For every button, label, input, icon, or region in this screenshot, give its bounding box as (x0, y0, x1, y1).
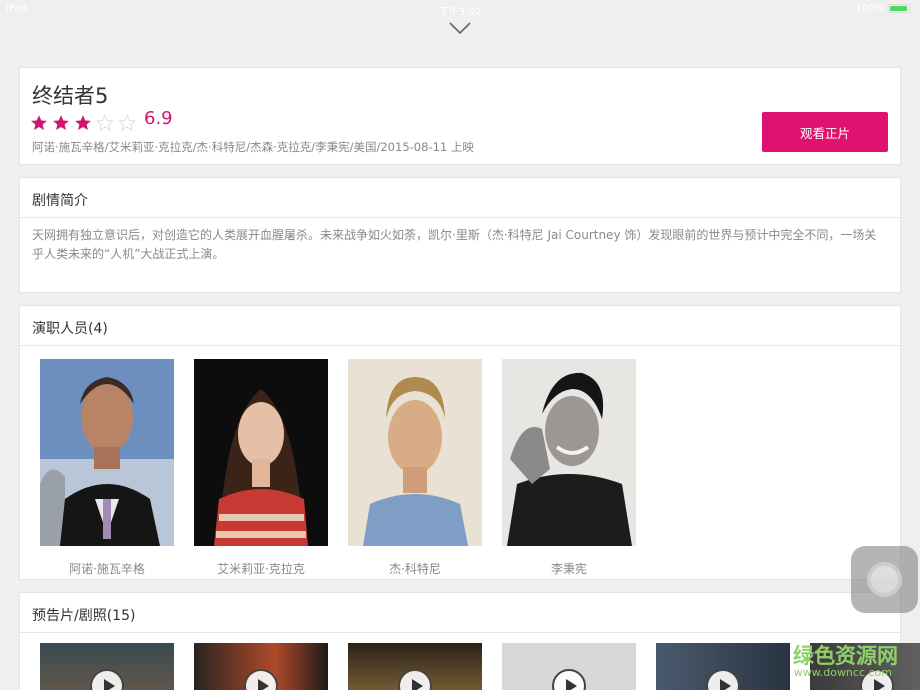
cast-photo[interactable] (348, 359, 482, 546)
movie-title: 终结者5 (32, 84, 109, 108)
chevron-down-icon[interactable] (449, 20, 471, 36)
movie-info-card: 终结者5 6.9 阿诺·施瓦辛格/艾米莉亚·克拉克/杰·科特尼/杰森·克拉克/李… (19, 67, 901, 165)
cast-photo[interactable] (502, 359, 636, 546)
battery-icon (888, 4, 910, 13)
trailer-thumbnail[interactable] (656, 643, 790, 690)
synopsis-card: 剧情简介 天网拥有独立意识后，对创造它的人类展开血腥屠杀。未来战争如火如荼，凯尔… (19, 177, 901, 293)
synopsis-header: 剧情简介 (20, 178, 900, 218)
cast-name: 艾米莉亚·克拉克 (217, 562, 305, 576)
cast-list: 阿诺·施瓦辛格 艾米莉亚·克拉克 杰·科特尼 李秉宪 (40, 359, 636, 577)
trailers-card: 预告片/剧照(15) (19, 592, 920, 690)
status-time: 下午3:02 (438, 7, 482, 18)
trailer-list (40, 643, 920, 690)
cast-card: 演职人员(4) 阿诺·施瓦辛格 艾米莉亚·克拉克 杰·科特尼 李秉宪 (19, 305, 901, 580)
watch-movie-button[interactable]: 观看正片 (762, 112, 888, 152)
play-icon[interactable] (398, 669, 432, 690)
cast-header: 演职人员(4) (20, 306, 900, 346)
play-icon[interactable] (90, 669, 124, 690)
play-icon[interactable] (244, 669, 278, 690)
star-icon (96, 114, 114, 131)
cast-member[interactable]: 艾米莉亚·克拉克 (194, 359, 328, 577)
star-icon (53, 115, 69, 131)
trailer-thumbnail[interactable] (502, 643, 636, 690)
play-icon[interactable] (552, 669, 586, 690)
cast-member[interactable]: 李秉宪 (502, 359, 636, 577)
trailer-thumbnail[interactable] (348, 643, 482, 690)
star-icon (118, 114, 136, 131)
battery-indicator: 100% (855, 3, 910, 14)
star-icon (31, 115, 47, 131)
movie-meta: 阿诺·施瓦辛格/艾米莉亚·克拉克/杰·科特尼/杰森·克拉克/李秉宪/美国/201… (32, 140, 474, 154)
assistive-touch-icon[interactable] (851, 546, 918, 613)
cast-member[interactable]: 阿诺·施瓦辛格 (40, 359, 174, 577)
cast-name: 阿诺·施瓦辛格 (69, 562, 145, 576)
trailer-thumbnail[interactable] (194, 643, 328, 690)
status-bar: iPad 下午3:02 100% (0, 0, 920, 18)
cast-photo[interactable] (40, 359, 174, 546)
cast-member[interactable]: 杰·科特尼 (348, 359, 482, 577)
battery-percent: 100% (855, 3, 884, 14)
watermark-url: www.downcc.com (793, 666, 892, 679)
trailers-header: 预告片/剧照(15) (20, 593, 900, 633)
cast-name: 杰·科特尼 (389, 562, 441, 576)
trailer-thumbnail[interactable] (40, 643, 174, 690)
star-icon (75, 115, 91, 131)
cast-photo[interactable] (194, 359, 328, 546)
movie-score: 6.9 (144, 108, 173, 129)
play-icon[interactable] (706, 669, 740, 690)
rating-stars (30, 114, 136, 132)
cast-name: 李秉宪 (550, 562, 587, 576)
synopsis-text: 天网拥有独立意识后，对创造它的人类展开血腥屠杀。未来战争如火如荼，凯尔·里斯（杰… (32, 228, 877, 261)
